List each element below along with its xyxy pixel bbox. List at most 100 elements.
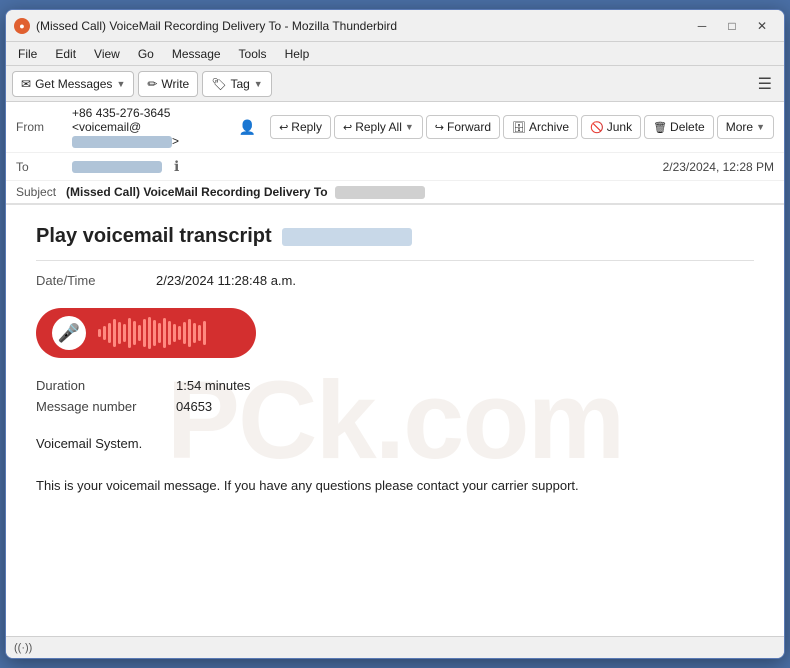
minimize-button[interactable]: ─ [688,15,716,37]
trash-icon: 🗑 [653,121,667,134]
close-button[interactable]: ✕ [748,15,776,37]
wave-bar [108,323,111,343]
tag-button[interactable]: 🏷 Tag ▼ [202,71,272,97]
window-title: (Missed Call) VoiceMail Recording Delive… [36,19,688,33]
audio-player[interactable]: 🎤 [36,308,256,358]
message-number-label: Message number [36,399,156,414]
message-number-row: Message number 04653 [36,399,754,414]
subject-redacted [335,186,425,199]
archive-button[interactable]: 🗄 Archive [503,115,578,139]
body-text: Voicemail System. This is your voicemail… [36,434,754,496]
window-controls: ─ □ ✕ [688,15,776,37]
wave-bar [118,322,121,344]
write-button[interactable]: ✏ Write [138,71,198,97]
menu-message[interactable]: Message [164,45,229,63]
subject-label: Subject [16,185,66,199]
reply-label: Reply [291,120,322,134]
tag-dropdown-icon: ▼ [254,79,263,89]
menu-help[interactable]: Help [277,45,318,63]
menu-edit[interactable]: Edit [47,45,84,63]
wave-bar [103,326,106,340]
datetime-value: 2/23/2024 11:28:48 a.m. [156,273,296,288]
more-dropdown-icon: ▼ [756,122,765,132]
wave-bar [183,322,186,344]
divider [36,260,754,261]
junk-label: Junk [607,120,632,134]
wave-bar [133,321,136,345]
more-button[interactable]: More ▼ [717,115,774,139]
wave-bar [193,323,196,343]
from-row: From +86 435-276-3645 <voicemail@> 👤 ↩ R… [6,102,784,153]
reply-button[interactable]: ↩ Reply [270,115,331,139]
menu-tools[interactable]: Tools [231,45,275,63]
maximize-button[interactable]: □ [718,15,746,37]
forward-button[interactable]: ↪ Forward [426,115,500,139]
status-bar: ((·)) [6,636,784,658]
reply-all-button[interactable]: ↩ Reply All ▼ [334,115,423,139]
reply-all-dropdown-icon: ▼ [405,122,414,132]
datetime-label: Date/Time [36,273,126,288]
from-phone: +86 435-276-3645 [72,106,170,120]
delete-label: Delete [670,120,705,134]
status-icon: ((·)) [14,642,32,654]
action-buttons: ↩ Reply ↩ Reply All ▼ ↪ Forward 🗄 Archiv… [270,115,774,139]
archive-label: Archive [529,120,569,134]
wave-bar [198,325,201,341]
wave-bar [203,321,206,345]
pencil-icon: ✏ [147,77,157,91]
from-value: +86 435-276-3645 <voicemail@> [72,106,233,148]
duration-label: Duration [36,378,156,393]
voicemail-title: Play voicemail transcript [36,225,754,248]
wave-bar [98,329,101,337]
to-contact-icon[interactable]: ℹ [174,158,179,175]
datetime-row: Date/Time 2/23/2024 11:28:48 a.m. [36,273,754,288]
menu-view[interactable]: View [86,45,128,63]
wave-bar [178,326,181,340]
reply-all-icon: ↩ [343,121,352,134]
write-label: Write [161,77,189,91]
wave-bar [168,321,171,345]
subject-value: (Missed Call) VoiceMail Recording Delive… [66,185,425,199]
menu-go[interactable]: Go [130,45,162,63]
reply-icon: ↩ [279,121,288,134]
delete-button[interactable]: 🗑 Delete [644,115,714,139]
from-email-redacted [72,136,172,148]
duration-value: 1:54 minutes [176,378,250,393]
main-window: ● (Missed Call) VoiceMail Recording Deli… [5,9,785,659]
junk-button[interactable]: 🚫 Junk [581,115,641,139]
subject-row: Subject (Missed Call) VoiceMail Recordin… [6,181,784,204]
title-link-redacted [282,228,412,246]
wave-bar [173,324,176,342]
wave-bar [158,323,161,343]
wave-bar [163,318,166,348]
wave-bar [148,317,151,349]
email-date: 2/23/2024, 12:28 PM [663,160,774,174]
hamburger-menu-icon[interactable]: ☰ [752,70,778,98]
forward-icon: ↪ [435,121,444,134]
contact-icon[interactable]: 👤 [239,119,256,136]
wave-bar [113,319,116,347]
duration-row: Duration 1:54 minutes [36,378,754,393]
app-icon: ● [14,18,30,34]
wave-bar [138,325,141,341]
from-label: From [16,120,66,134]
wave-bar [128,318,131,348]
to-row: To ℹ 2/23/2024, 12:28 PM [6,153,784,181]
menu-file[interactable]: File [10,45,45,63]
from-email: <voicemail@ [72,120,141,134]
message-number-value: 04653 [176,399,212,414]
footer-line1: Voicemail System. [36,434,754,455]
wave-bar [188,319,191,347]
tag-label: Tag [230,77,249,91]
tag-icon: 🏷 [211,77,226,91]
subject-text: (Missed Call) VoiceMail Recording Delive… [66,185,328,199]
menu-bar: File Edit View Go Message Tools Help [6,42,784,66]
email-content: Play voicemail transcript Date/Time 2/23… [36,225,754,496]
forward-label: Forward [447,120,491,134]
get-messages-button[interactable]: ✉ Get Messages ▼ [12,71,134,97]
get-messages-dropdown-icon: ▼ [116,79,125,89]
to-label: To [16,160,66,174]
microphone-icon: 🎤 [52,316,86,350]
more-label: More [726,120,753,134]
waveform [98,317,240,349]
